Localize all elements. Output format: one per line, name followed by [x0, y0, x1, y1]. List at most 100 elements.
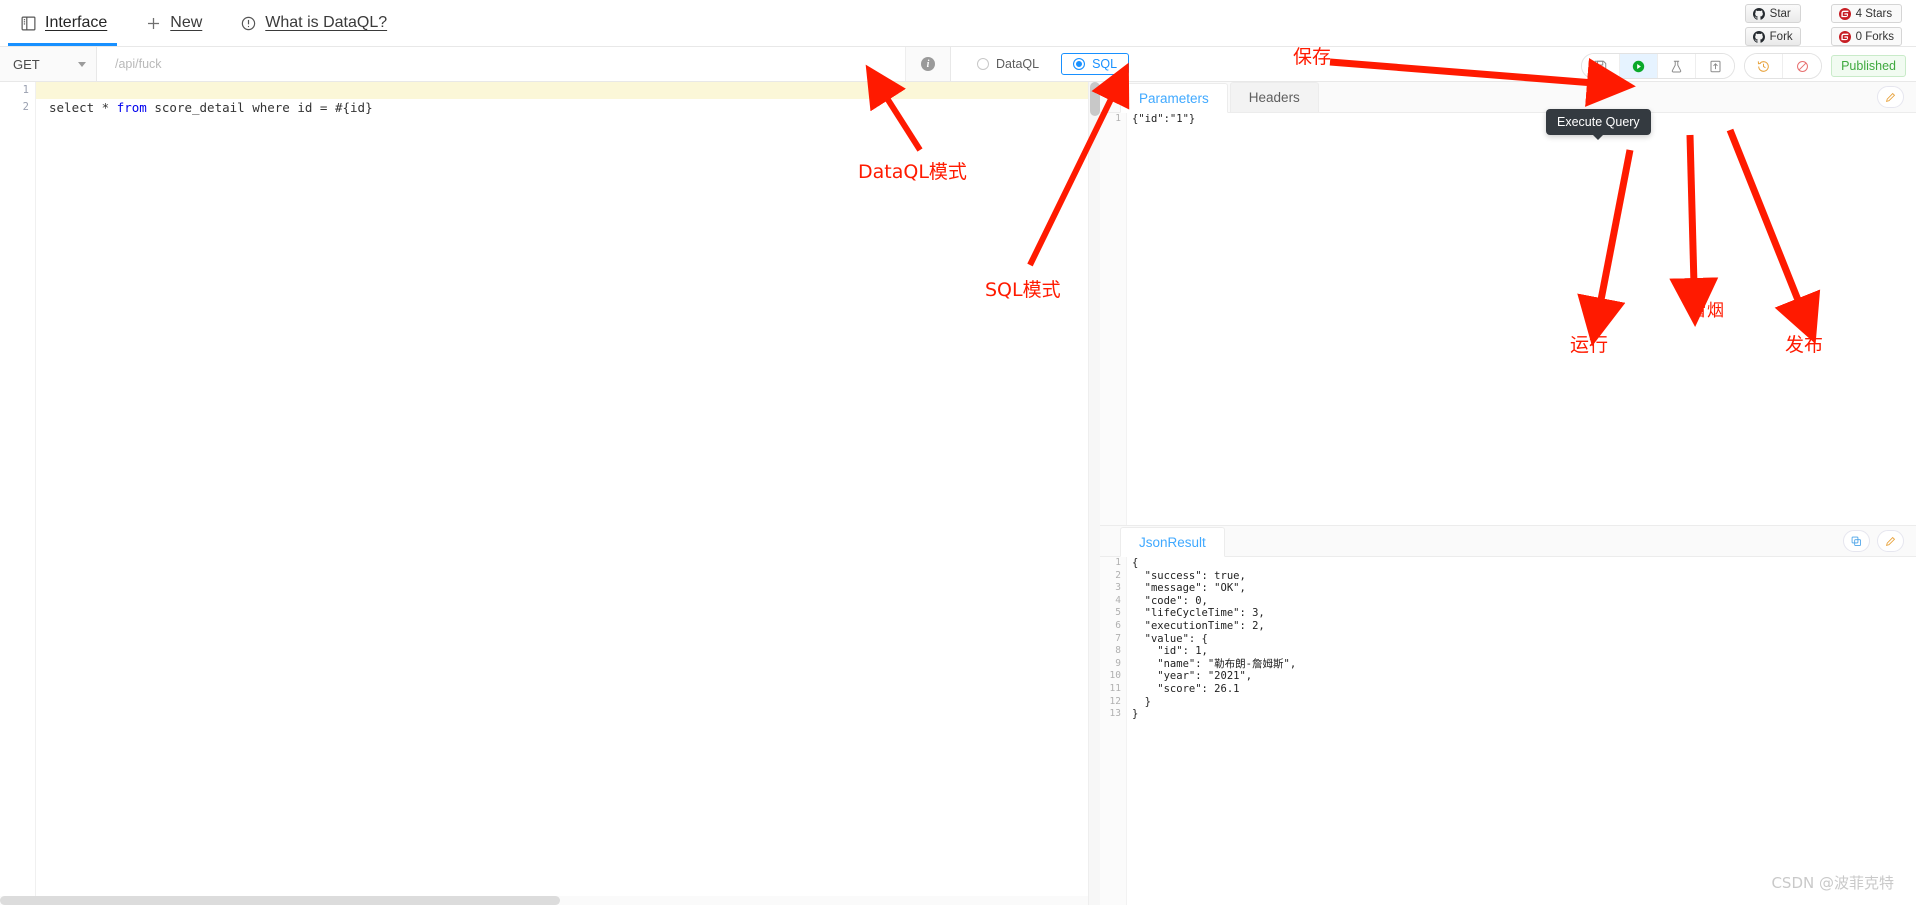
- parameters-format-button[interactable]: [1877, 86, 1904, 108]
- result-code-line: }: [1132, 695, 1151, 708]
- smoke-test-button[interactable]: [1658, 54, 1697, 78]
- github-fork-button[interactable]: Fork: [1744, 27, 1801, 46]
- radio-circle-icon: [977, 58, 989, 70]
- github-forks-count[interactable]: 0 Forks: [1830, 27, 1902, 46]
- result-code-line: "executionTime": 2,: [1132, 619, 1265, 632]
- result-tabbar: JsonResult: [1100, 526, 1916, 557]
- result-line-number: 7: [1115, 632, 1121, 644]
- parameters-code-line[interactable]: {"id":"1"}: [1127, 113, 1916, 126]
- status-badge: Published: [1831, 55, 1906, 77]
- github-mark-icon: [1752, 30, 1765, 43]
- result-line-number: 2: [1115, 569, 1121, 581]
- nav-tab-interface[interactable]: Interface: [0, 0, 125, 46]
- book-icon: [20, 15, 37, 32]
- disable-button[interactable]: [1783, 54, 1822, 78]
- result-code-line: }: [1132, 708, 1139, 721]
- result-panel: JsonResult 1 2 3 4 5 6 7 8 9 10 11 12 13…: [1100, 525, 1916, 905]
- sql-token-after: score_detail where id = #{id}: [146, 100, 373, 115]
- api-path-input[interactable]: /api/fuck: [97, 47, 905, 81]
- editor-code-area[interactable]: select * from score_detail where id = #{…: [36, 82, 1088, 905]
- result-code-line: {: [1132, 557, 1139, 569]
- top-navigation-bar: Interface New What is DataQL? Star Fork …: [0, 0, 1916, 47]
- github-stars-count-label: 4 Stars: [1855, 7, 1893, 20]
- plus-icon: [145, 15, 162, 32]
- result-tab-actions: [1843, 530, 1904, 552]
- github-star-label: Star: [1769, 7, 1791, 20]
- sql-token-before: select *: [49, 100, 117, 115]
- parameters-editor[interactable]: 1 {"id":"1"}: [1100, 113, 1916, 525]
- github-buttons: Star Fork 4 Stars 0 Forks: [1744, 4, 1902, 46]
- pencil-icon: [1885, 92, 1896, 102]
- github-mark-icon: [1752, 7, 1765, 20]
- result-line-number: 5: [1115, 607, 1121, 619]
- history-button[interactable]: [1745, 54, 1784, 78]
- gitee-icon: [1838, 7, 1851, 20]
- editor-code-line[interactable]: select * from score_detail where id = #{…: [36, 99, 1088, 116]
- github-forks-count-label: 0 Forks: [1855, 30, 1894, 43]
- tab-parameters[interactable]: Parameters: [1120, 83, 1228, 113]
- parameters-tab-actions: [1877, 86, 1904, 108]
- tab-headers[interactable]: Headers: [1229, 82, 1319, 112]
- publish-button[interactable]: [1696, 54, 1735, 78]
- editor-horizontal-scrollbar[interactable]: [0, 896, 1088, 905]
- panel-scrollbar-thumb[interactable]: [1090, 82, 1100, 116]
- primary-action-group: [1581, 53, 1736, 79]
- result-code-line: "message": "OK",: [1132, 582, 1246, 595]
- save-button[interactable]: [1582, 54, 1621, 78]
- chevron-down-icon: [78, 61, 86, 67]
- github-action-column: Star Fork: [1744, 4, 1801, 46]
- nav-tab-new[interactable]: New: [125, 0, 220, 46]
- result-code[interactable]: { "success": true, "message": "OK", "cod…: [1127, 557, 1916, 905]
- editor-line-number: 1: [22, 84, 29, 96]
- result-code-line: "success": true,: [1132, 569, 1246, 582]
- github-star-button[interactable]: Star: [1744, 4, 1801, 23]
- result-format-button[interactable]: [1877, 530, 1904, 552]
- editor-code-line[interactable]: [36, 82, 1088, 99]
- nav-tab-label: What is DataQL?: [265, 14, 388, 31]
- result-line-gutter: 1 2 3 4 5 6 7 8 9 10 11 12 13: [1100, 557, 1127, 905]
- secondary-action-group: [1744, 53, 1823, 79]
- result-code-line: "lifeCycleTime": 3,: [1132, 607, 1265, 620]
- save-icon: [1594, 60, 1607, 72]
- nav-tab-label: New: [170, 14, 203, 31]
- parameters-code[interactable]: {"id":"1"}: [1127, 113, 1916, 525]
- result-code-line: "year": "2021",: [1132, 670, 1253, 683]
- mode-radio-sql[interactable]: SQL: [1061, 53, 1130, 75]
- parameters-panel: Parameters Headers 1 {"id":"1"}: [1100, 82, 1916, 525]
- nav-tab-label: Interface: [45, 14, 108, 31]
- editor-line-number: 2: [22, 101, 29, 113]
- query-mode-radio-group: DataQL SQL: [965, 53, 1130, 75]
- gitee-icon: [1838, 30, 1851, 43]
- annotation-save: 保存: [1293, 46, 1332, 68]
- result-line-number: 11: [1109, 682, 1121, 694]
- result-code-line: "code": 0,: [1132, 594, 1208, 607]
- run-button[interactable]: [1620, 54, 1659, 78]
- github-fork-label: Fork: [1769, 30, 1793, 43]
- result-line-number: 8: [1115, 645, 1121, 657]
- result-code-line: "score": 26.1: [1132, 682, 1240, 695]
- annotation-publish: 发布: [1785, 334, 1824, 356]
- result-code-line: "id": 1,: [1132, 645, 1208, 658]
- result-code-line: "name": "勒布朗-詹姆斯",: [1132, 657, 1297, 670]
- execute-query-tooltip: Execute Query: [1546, 109, 1651, 140]
- result-line-number: 12: [1109, 695, 1121, 707]
- history-icon: [1757, 60, 1769, 72]
- mode-radio-dataql[interactable]: DataQL: [965, 53, 1051, 75]
- url-info-button[interactable]: i: [905, 47, 951, 81]
- github-stars-count[interactable]: 4 Stars: [1830, 4, 1902, 23]
- publish-icon: [1710, 60, 1721, 72]
- result-line-number: 9: [1115, 657, 1121, 669]
- http-method-value: GET: [13, 56, 40, 72]
- tab-jsonresult[interactable]: JsonResult: [1120, 527, 1225, 557]
- result-line-number: 6: [1115, 619, 1121, 631]
- http-method-select[interactable]: GET: [0, 47, 97, 81]
- nav-tab-what-is-dataql[interactable]: What is DataQL?: [220, 0, 405, 46]
- right-side-panel: Parameters Headers 1 {"id":"1"} JsonResu…: [1100, 82, 1916, 905]
- editor-scrollbar-thumb[interactable]: [0, 896, 560, 905]
- sql-code-editor[interactable]: 1 2 select * from score_detail where id …: [0, 82, 1088, 905]
- panel-vertical-scrollbar[interactable]: [1088, 82, 1100, 905]
- mode-radio-label: DataQL: [996, 57, 1040, 71]
- result-copy-button[interactable]: [1843, 530, 1870, 552]
- result-editor[interactable]: 1 2 3 4 5 6 7 8 9 10 11 12 13 { "success: [1100, 557, 1916, 905]
- annotation-sql-mode: SQL模式: [985, 279, 1061, 301]
